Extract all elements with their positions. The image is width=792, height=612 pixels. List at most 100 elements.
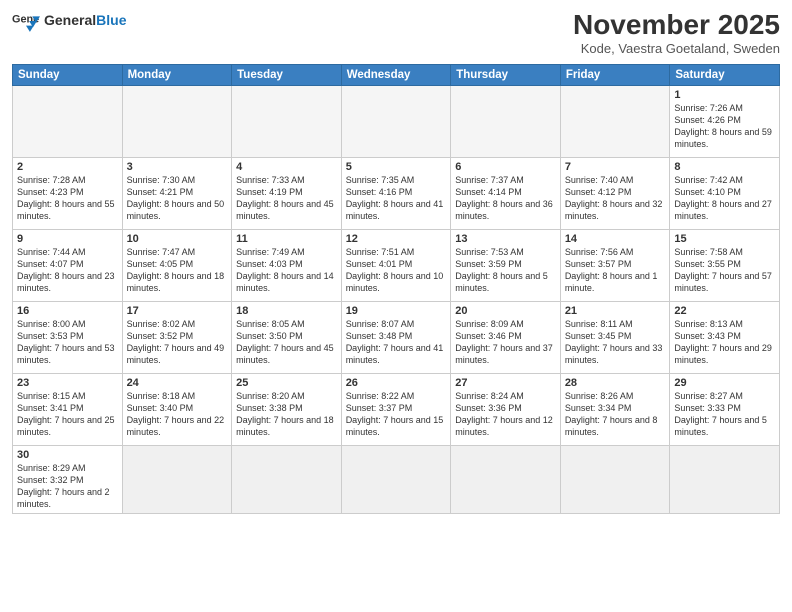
header-saturday: Saturday — [670, 64, 780, 85]
sun-info: Sunrise: 7:35 AM Sunset: 4:16 PM Dayligh… — [346, 174, 447, 223]
day-number: 28 — [565, 377, 666, 389]
table-row: 18Sunrise: 8:05 AM Sunset: 3:50 PM Dayli… — [232, 301, 342, 373]
day-number: 3 — [127, 161, 228, 173]
sun-info: Sunrise: 7:40 AM Sunset: 4:12 PM Dayligh… — [565, 174, 666, 223]
day-number: 12 — [346, 233, 447, 245]
day-number: 14 — [565, 233, 666, 245]
day-number: 29 — [674, 377, 775, 389]
day-number: 23 — [17, 377, 118, 389]
day-number: 1 — [674, 89, 775, 101]
page: General GeneralBlue November 2025 Kode, … — [0, 0, 792, 612]
table-row: 17Sunrise: 8:02 AM Sunset: 3:52 PM Dayli… — [122, 301, 232, 373]
header: General GeneralBlue November 2025 Kode, … — [12, 10, 780, 56]
title-block: November 2025 Kode, Vaestra Goetaland, S… — [573, 10, 780, 56]
day-number: 17 — [127, 305, 228, 317]
table-row — [560, 85, 670, 157]
sun-info: Sunrise: 8:20 AM Sunset: 3:38 PM Dayligh… — [236, 390, 337, 439]
table-row: 4Sunrise: 7:33 AM Sunset: 4:19 PM Daylig… — [232, 157, 342, 229]
table-row — [670, 445, 780, 514]
logo-general: GeneralBlue — [44, 13, 126, 28]
day-number: 6 — [455, 161, 556, 173]
sun-info: Sunrise: 7:53 AM Sunset: 3:59 PM Dayligh… — [455, 246, 556, 295]
day-number: 15 — [674, 233, 775, 245]
sun-info: Sunrise: 7:51 AM Sunset: 4:01 PM Dayligh… — [346, 246, 447, 295]
header-wednesday: Wednesday — [341, 64, 451, 85]
table-row: 13Sunrise: 7:53 AM Sunset: 3:59 PM Dayli… — [451, 229, 561, 301]
sun-info: Sunrise: 8:11 AM Sunset: 3:45 PM Dayligh… — [565, 318, 666, 367]
table-row: 28Sunrise: 8:26 AM Sunset: 3:34 PM Dayli… — [560, 373, 670, 445]
sun-info: Sunrise: 7:42 AM Sunset: 4:10 PM Dayligh… — [674, 174, 775, 223]
header-sunday: Sunday — [13, 64, 123, 85]
table-row: 20Sunrise: 8:09 AM Sunset: 3:46 PM Dayli… — [451, 301, 561, 373]
table-row: 3Sunrise: 7:30 AM Sunset: 4:21 PM Daylig… — [122, 157, 232, 229]
sun-info: Sunrise: 7:56 AM Sunset: 3:57 PM Dayligh… — [565, 246, 666, 295]
sun-info: Sunrise: 7:58 AM Sunset: 3:55 PM Dayligh… — [674, 246, 775, 295]
sun-info: Sunrise: 8:00 AM Sunset: 3:53 PM Dayligh… — [17, 318, 118, 367]
day-number: 26 — [346, 377, 447, 389]
day-number: 20 — [455, 305, 556, 317]
sun-info: Sunrise: 8:24 AM Sunset: 3:36 PM Dayligh… — [455, 390, 556, 439]
day-number: 4 — [236, 161, 337, 173]
table-row: 12Sunrise: 7:51 AM Sunset: 4:01 PM Dayli… — [341, 229, 451, 301]
table-row — [560, 445, 670, 514]
sun-info: Sunrise: 8:26 AM Sunset: 3:34 PM Dayligh… — [565, 390, 666, 439]
logo: General GeneralBlue — [12, 10, 126, 32]
table-row — [122, 85, 232, 157]
table-row: 10Sunrise: 7:47 AM Sunset: 4:05 PM Dayli… — [122, 229, 232, 301]
table-row: 8Sunrise: 7:42 AM Sunset: 4:10 PM Daylig… — [670, 157, 780, 229]
sun-info: Sunrise: 7:26 AM Sunset: 4:26 PM Dayligh… — [674, 102, 775, 151]
table-row — [451, 445, 561, 514]
day-number: 7 — [565, 161, 666, 173]
table-row — [13, 85, 123, 157]
general-blue-logo-icon: General — [12, 10, 40, 32]
header-monday: Monday — [122, 64, 232, 85]
sun-info: Sunrise: 7:44 AM Sunset: 4:07 PM Dayligh… — [17, 246, 118, 295]
sun-info: Sunrise: 8:05 AM Sunset: 3:50 PM Dayligh… — [236, 318, 337, 367]
header-tuesday: Tuesday — [232, 64, 342, 85]
location: Kode, Vaestra Goetaland, Sweden — [573, 41, 780, 56]
day-number: 5 — [346, 161, 447, 173]
day-number: 22 — [674, 305, 775, 317]
header-friday: Friday — [560, 64, 670, 85]
table-row: 22Sunrise: 8:13 AM Sunset: 3:43 PM Dayli… — [670, 301, 780, 373]
sun-info: Sunrise: 8:18 AM Sunset: 3:40 PM Dayligh… — [127, 390, 228, 439]
calendar-table: Sunday Monday Tuesday Wednesday Thursday… — [12, 64, 780, 515]
table-row: 26Sunrise: 8:22 AM Sunset: 3:37 PM Dayli… — [341, 373, 451, 445]
sun-info: Sunrise: 7:47 AM Sunset: 4:05 PM Dayligh… — [127, 246, 228, 295]
table-row: 15Sunrise: 7:58 AM Sunset: 3:55 PM Dayli… — [670, 229, 780, 301]
table-row: 19Sunrise: 8:07 AM Sunset: 3:48 PM Dayli… — [341, 301, 451, 373]
sun-info: Sunrise: 7:37 AM Sunset: 4:14 PM Dayligh… — [455, 174, 556, 223]
table-row — [232, 445, 342, 514]
day-number: 8 — [674, 161, 775, 173]
table-row — [122, 445, 232, 514]
table-row: 5Sunrise: 7:35 AM Sunset: 4:16 PM Daylig… — [341, 157, 451, 229]
sun-info: Sunrise: 7:30 AM Sunset: 4:21 PM Dayligh… — [127, 174, 228, 223]
day-number: 30 — [17, 449, 118, 461]
day-number: 9 — [17, 233, 118, 245]
day-number: 25 — [236, 377, 337, 389]
day-number: 13 — [455, 233, 556, 245]
day-number: 2 — [17, 161, 118, 173]
table-row: 29Sunrise: 8:27 AM Sunset: 3:33 PM Dayli… — [670, 373, 780, 445]
sun-info: Sunrise: 8:15 AM Sunset: 3:41 PM Dayligh… — [17, 390, 118, 439]
day-number: 27 — [455, 377, 556, 389]
day-number: 16 — [17, 305, 118, 317]
sun-info: Sunrise: 8:02 AM Sunset: 3:52 PM Dayligh… — [127, 318, 228, 367]
table-row — [451, 85, 561, 157]
table-row: 11Sunrise: 7:49 AM Sunset: 4:03 PM Dayli… — [232, 229, 342, 301]
sun-info: Sunrise: 7:33 AM Sunset: 4:19 PM Dayligh… — [236, 174, 337, 223]
weekday-header-row: Sunday Monday Tuesday Wednesday Thursday… — [13, 64, 780, 85]
table-row: 27Sunrise: 8:24 AM Sunset: 3:36 PM Dayli… — [451, 373, 561, 445]
table-row — [341, 85, 451, 157]
table-row: 24Sunrise: 8:18 AM Sunset: 3:40 PM Dayli… — [122, 373, 232, 445]
sun-info: Sunrise: 8:09 AM Sunset: 3:46 PM Dayligh… — [455, 318, 556, 367]
sun-info: Sunrise: 8:27 AM Sunset: 3:33 PM Dayligh… — [674, 390, 775, 439]
table-row: 21Sunrise: 8:11 AM Sunset: 3:45 PM Dayli… — [560, 301, 670, 373]
day-number: 24 — [127, 377, 228, 389]
sun-info: Sunrise: 8:22 AM Sunset: 3:37 PM Dayligh… — [346, 390, 447, 439]
sun-info: Sunrise: 7:28 AM Sunset: 4:23 PM Dayligh… — [17, 174, 118, 223]
sun-info: Sunrise: 7:49 AM Sunset: 4:03 PM Dayligh… — [236, 246, 337, 295]
table-row: 1Sunrise: 7:26 AM Sunset: 4:26 PM Daylig… — [670, 85, 780, 157]
sun-info: Sunrise: 8:07 AM Sunset: 3:48 PM Dayligh… — [346, 318, 447, 367]
table-row: 16Sunrise: 8:00 AM Sunset: 3:53 PM Dayli… — [13, 301, 123, 373]
